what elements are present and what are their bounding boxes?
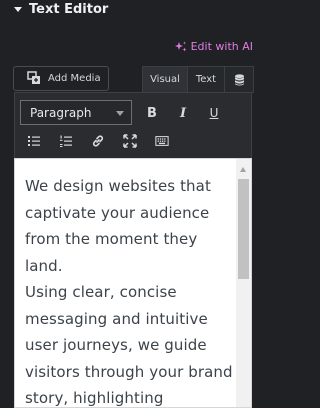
bulleted-list-button[interactable] — [24, 131, 44, 151]
editor-paragraph: We design websites that captivate your a… — [25, 177, 211, 275]
add-media-label: Add Media — [48, 73, 101, 84]
keyboard-icon — [155, 136, 169, 146]
database-icon — [234, 73, 244, 85]
tab-text[interactable]: Text — [188, 66, 225, 93]
text-editor-panel: Text Editor Edit with AI Add Media Visua… — [0, 0, 265, 408]
add-media-button[interactable]: Add Media — [13, 66, 109, 91]
underline-icon: U — [209, 106, 219, 120]
bulleted-list-icon — [28, 136, 40, 146]
edit-with-ai-label: Edit with AI — [190, 40, 253, 53]
bold-icon: B — [147, 105, 157, 121]
insert-link-button[interactable] — [88, 131, 108, 151]
numbered-list-icon — [60, 135, 72, 147]
editor-toolbar: Paragraph B I U — [14, 92, 252, 158]
add-media-icon — [27, 71, 40, 84]
numbered-list-button[interactable] — [56, 131, 76, 151]
toolbar-toggle-button[interactable] — [152, 131, 172, 151]
italic-icon: I — [179, 105, 187, 121]
editor-text[interactable]: We design websites that captivate your a… — [25, 173, 239, 407]
fullscreen-button[interactable] — [120, 131, 140, 151]
tab-visual[interactable]: Visual — [142, 66, 188, 93]
format-select[interactable]: Paragraph — [20, 100, 132, 125]
editor-scrollbar[interactable] — [236, 159, 251, 407]
scrollbar-thumb[interactable] — [238, 179, 249, 279]
editor-content-area[interactable]: We design websites that captivate your a… — [14, 158, 252, 408]
dynamic-tags-button[interactable] — [225, 66, 254, 93]
tab-text-label: Text — [195, 74, 217, 85]
underline-button[interactable]: U — [204, 103, 224, 123]
edit-with-ai-button[interactable]: Edit with AI — [174, 40, 253, 53]
link-icon — [92, 135, 104, 147]
italic-button[interactable]: I — [173, 103, 193, 123]
fullscreen-icon — [123, 134, 137, 148]
chevron-down-icon — [116, 111, 124, 116]
section-title: Text Editor — [29, 1, 109, 17]
section-header-text-editor[interactable]: Text Editor — [0, 0, 265, 18]
bold-button[interactable]: B — [142, 103, 162, 123]
editor-paragraph: Using clear, concise messaging and intui… — [25, 283, 233, 407]
editor-mode-tabs: Visual Text — [142, 66, 254, 93]
sparkle-icon — [174, 41, 187, 51]
scroll-up-arrow-icon[interactable] — [240, 167, 246, 172]
format-select-value: Paragraph — [30, 105, 92, 120]
caret-down-icon — [14, 6, 22, 12]
tab-visual-label: Visual — [150, 74, 180, 85]
